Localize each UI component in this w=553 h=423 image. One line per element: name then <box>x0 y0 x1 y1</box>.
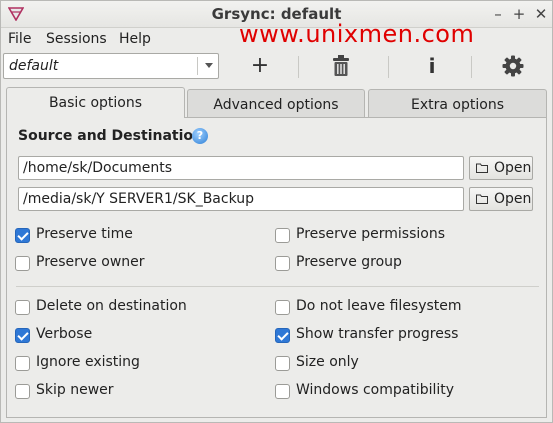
info-icon: i <box>428 54 436 78</box>
menu-file[interactable]: File <box>8 31 31 47</box>
tab-advanced-options[interactable]: Advanced options <box>187 89 365 118</box>
checkbox-label: Ignore existing <box>36 354 140 370</box>
checkbox-box[interactable] <box>15 256 30 271</box>
add-session-button[interactable]: + <box>245 53 275 79</box>
options-separator <box>16 286 539 287</box>
toolbar-separator <box>471 56 472 78</box>
folder-icon <box>476 163 488 173</box>
checkbox-box[interactable] <box>275 384 290 399</box>
checkbox-box[interactable] <box>15 300 30 315</box>
checkbox-box[interactable] <box>15 328 30 343</box>
session-combo[interactable]: default <box>3 53 219 79</box>
checkbox-label: Preserve group <box>296 254 402 270</box>
minimize-icon[interactable]: – <box>488 4 508 24</box>
source-destination-label: Source and Destination: <box>18 128 209 144</box>
checkbox-label: Windows compatibility <box>296 382 455 398</box>
close-icon[interactable]: ✕ <box>531 4 551 24</box>
checkbox-label: Delete on destination <box>36 298 187 314</box>
checkbox-label: Do not leave filesystem <box>296 298 462 314</box>
checkbox-label: Show transfer progress <box>296 326 459 342</box>
trash-icon <box>333 55 349 76</box>
folder-icon <box>476 194 488 204</box>
checkbox-label: Verbose <box>36 326 93 342</box>
chevron-down-icon[interactable] <box>205 63 213 68</box>
checkbox-box[interactable] <box>15 228 30 243</box>
checkbox-box[interactable] <box>275 256 290 271</box>
open-label: Open <box>494 160 532 176</box>
checkbox-box[interactable] <box>15 384 30 399</box>
checkbox-box[interactable] <box>275 328 290 343</box>
info-button[interactable]: i <box>417 53 447 79</box>
watermark-text: www.unixmen.com <box>239 20 475 48</box>
grsync-window: Grsync: default – + ✕ File Sessions Help… <box>0 0 553 423</box>
tab-basic-options[interactable]: Basic options <box>6 87 185 118</box>
open-source-button[interactable]: Open <box>469 156 533 180</box>
open-label: Open <box>494 191 532 207</box>
source-path-field[interactable]: /home/sk/Documents <box>18 156 464 180</box>
tab-extra-options[interactable]: Extra options <box>368 89 547 118</box>
toolbar-separator <box>298 56 299 78</box>
plus-icon: + <box>250 53 270 78</box>
toolbar-separator <box>388 56 389 78</box>
maximize-icon[interactable]: + <box>509 4 529 24</box>
checkbox-box[interactable] <box>15 356 30 371</box>
open-destination-button[interactable]: Open <box>469 187 533 211</box>
checkbox-box[interactable] <box>275 300 290 315</box>
gear-icon <box>502 55 524 77</box>
menu-help[interactable]: Help <box>119 31 151 47</box>
checkbox-box[interactable] <box>275 228 290 243</box>
checkbox-box[interactable] <box>275 356 290 371</box>
checkbox-label: Skip newer <box>36 382 114 398</box>
preferences-button[interactable] <box>498 53 528 79</box>
help-icon[interactable]: ? <box>192 128 208 144</box>
session-name: default <box>9 58 59 74</box>
checkbox-label: Preserve owner <box>36 254 145 270</box>
checkbox-label: Size only <box>296 354 359 370</box>
checkbox-label: Preserve permissions <box>296 226 446 242</box>
menu-sessions[interactable]: Sessions <box>46 31 107 47</box>
delete-session-button[interactable] <box>326 53 356 79</box>
combo-separator <box>197 57 198 75</box>
destination-path-field[interactable]: /media/sk/Y SERVER1/SK_Backup <box>18 187 464 211</box>
checkbox-label: Preserve time <box>36 226 133 242</box>
